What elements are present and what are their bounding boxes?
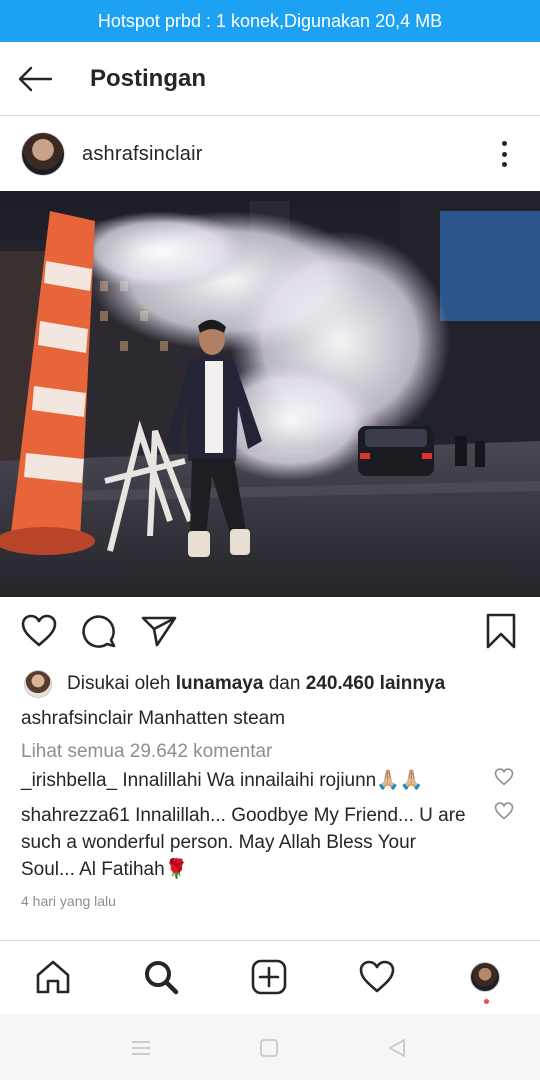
system-back-button[interactable] — [385, 1036, 409, 1060]
likes-connector: dan — [268, 673, 301, 694]
street-photo-illustration — [0, 191, 540, 597]
comment-button[interactable] — [79, 611, 119, 651]
author-username[interactable]: ashrafsinclair — [82, 143, 203, 166]
comment-username[interactable]: _irishbella_ — [21, 770, 117, 791]
profile-avatar — [470, 962, 500, 992]
post-action-row — [0, 597, 540, 665]
app-header: Postingan — [0, 42, 540, 116]
comment-bubble-icon — [82, 615, 116, 648]
author-avatar[interactable] — [21, 132, 65, 176]
post-header: ashrafsinclair — [0, 117, 540, 191]
comment-username[interactable]: shahrezza61 — [21, 805, 130, 826]
liker-avatar — [24, 670, 52, 698]
comment-text: Innalillahi Wa innailaihi rojiunn🙏🏼🙏🏼 — [122, 770, 424, 791]
more-options-button[interactable] — [492, 139, 516, 169]
view-all-comments-link[interactable]: Lihat semua 29.642 komentar — [21, 738, 272, 766]
arrow-left-icon — [18, 66, 53, 91]
square-icon — [260, 1039, 278, 1057]
comment-item: _irishbella_ Innalillahi Wa innailaihi r… — [21, 767, 471, 794]
more-dot — [501, 162, 507, 167]
heart-icon — [21, 614, 57, 647]
post-timestamp: 4 hari yang lalu — [21, 893, 116, 909]
nav-new-post[interactable] — [249, 957, 289, 997]
back-triangle-icon — [389, 1039, 405, 1057]
system-menu-button[interactable] — [129, 1036, 153, 1060]
nav-activity[interactable] — [357, 957, 397, 997]
likes-summary[interactable]: Disukai oleh lunamaya dan 240.460 lainny… — [21, 668, 445, 700]
back-button[interactable] — [0, 42, 70, 116]
menu-icon — [132, 1041, 150, 1055]
post-photo[interactable] — [0, 191, 540, 597]
bookmark-icon — [486, 613, 516, 649]
share-button[interactable] — [139, 611, 179, 651]
likes-count[interactable]: 240.460 lainnya — [306, 673, 445, 695]
comment-item: shahrezza61 Innalillah... Goodbye My Fri… — [21, 802, 471, 883]
more-vertical-icon — [501, 141, 507, 146]
heart-icon — [494, 802, 514, 820]
nav-search[interactable] — [141, 957, 181, 997]
nav-profile[interactable] — [465, 957, 505, 997]
activity-heart-icon — [359, 960, 395, 993]
bottom-navigation — [0, 940, 540, 1014]
nav-home[interactable] — [33, 957, 73, 997]
caption-username[interactable]: ashrafsinclair — [21, 708, 133, 729]
save-button[interactable] — [481, 611, 521, 651]
post-caption: ashrafsinclair Manhatten steam — [21, 705, 521, 733]
search-icon — [145, 961, 179, 995]
paper-plane-icon — [141, 616, 177, 647]
caption-text: Manhatten steam — [138, 708, 286, 729]
home-icon — [36, 960, 70, 994]
page-title: Postingan — [90, 64, 207, 92]
system-home-button[interactable] — [257, 1036, 281, 1060]
hotspot-status-bar: Hotspot prbd : 1 konek,Digunakan 20,4 MB — [0, 0, 540, 42]
liker-username[interactable]: lunamaya — [176, 673, 264, 695]
notification-dot — [484, 999, 489, 1004]
like-button[interactable] — [19, 611, 59, 651]
comment-like-button[interactable] — [494, 768, 516, 790]
hotspot-text: Hotspot prbd : 1 konek,Digunakan 20,4 MB — [97, 10, 443, 31]
system-navigation-bar — [0, 1014, 540, 1080]
heart-icon — [494, 768, 514, 786]
comment-like-button[interactable] — [494, 802, 516, 824]
likes-prefix: Disukai oleh — [67, 673, 171, 694]
add-post-icon — [251, 959, 287, 995]
more-dot — [501, 151, 507, 157]
